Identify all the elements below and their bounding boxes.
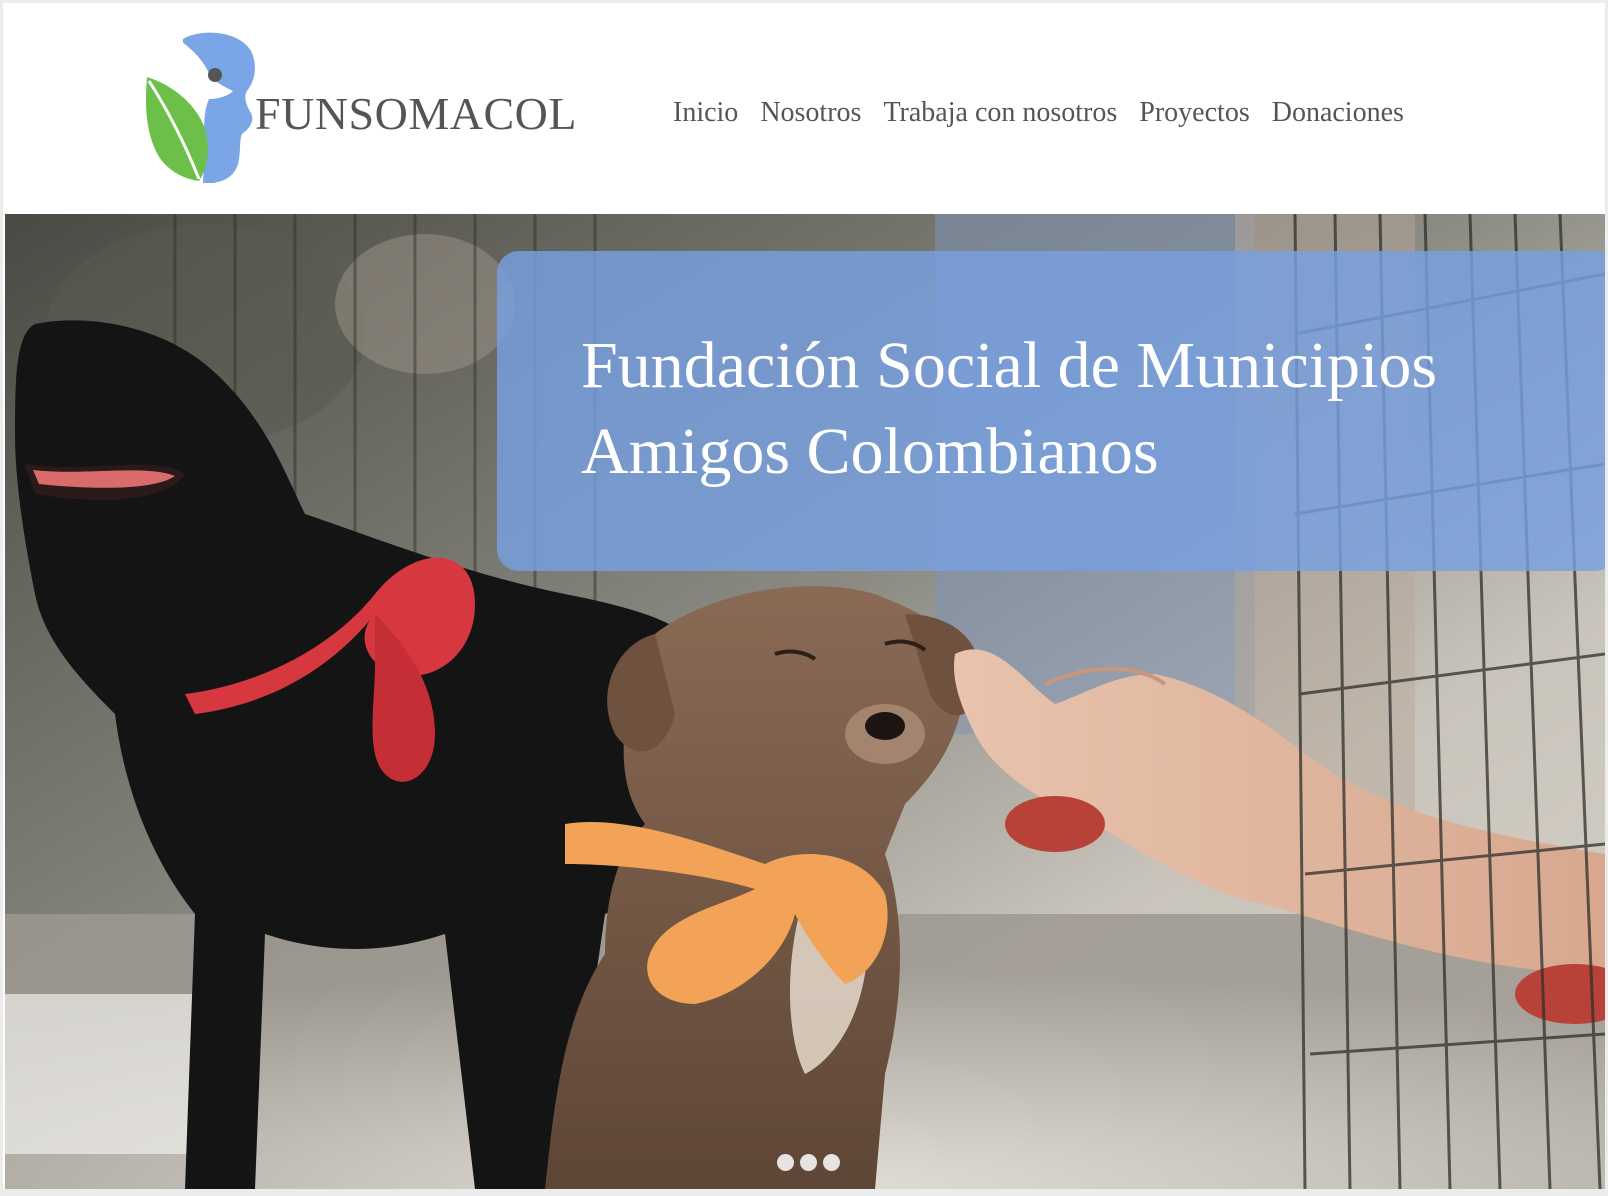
brand-name: FUNSOMACOL [255,88,577,139]
hero-title-line2: Amigos Colombianos [581,415,1159,488]
main-nav: Inicio Nosotros Trabaja con nosotros Pro… [673,99,1426,127]
hero-caption: Fundación Social de Municipios Amigos Co… [497,251,1605,571]
nav-inicio[interactable]: Inicio [673,99,738,127]
carousel-dot-1[interactable] [777,1154,794,1171]
carousel-indicators [777,1154,840,1171]
nav-donaciones[interactable]: Donaciones [1272,99,1404,127]
dog-leaf-logo-icon [145,32,255,184]
hero-title-line1: Fundación Social de Municipios [581,329,1438,402]
nav-trabaja-con-nosotros[interactable]: Trabaja con nosotros [883,99,1117,127]
nav-proyectos[interactable]: Proyectos [1139,99,1249,127]
carousel-dot-2[interactable] [800,1154,817,1171]
hero-carousel: Fundación Social de Municipios Amigos Co… [5,214,1605,1189]
nav-nosotros[interactable]: Nosotros [760,99,861,127]
carousel-dot-3[interactable] [823,1154,840,1171]
site-header: FUNSOMACOL Inicio Nosotros Trabaja con n… [3,3,1605,213]
page: FUNSOMACOL Inicio Nosotros Trabaja con n… [3,3,1605,1189]
hero-title: Fundación Social de Municipios Amigos Co… [581,323,1581,495]
site-logo[interactable]: FUNSOMACOL [143,29,603,189]
